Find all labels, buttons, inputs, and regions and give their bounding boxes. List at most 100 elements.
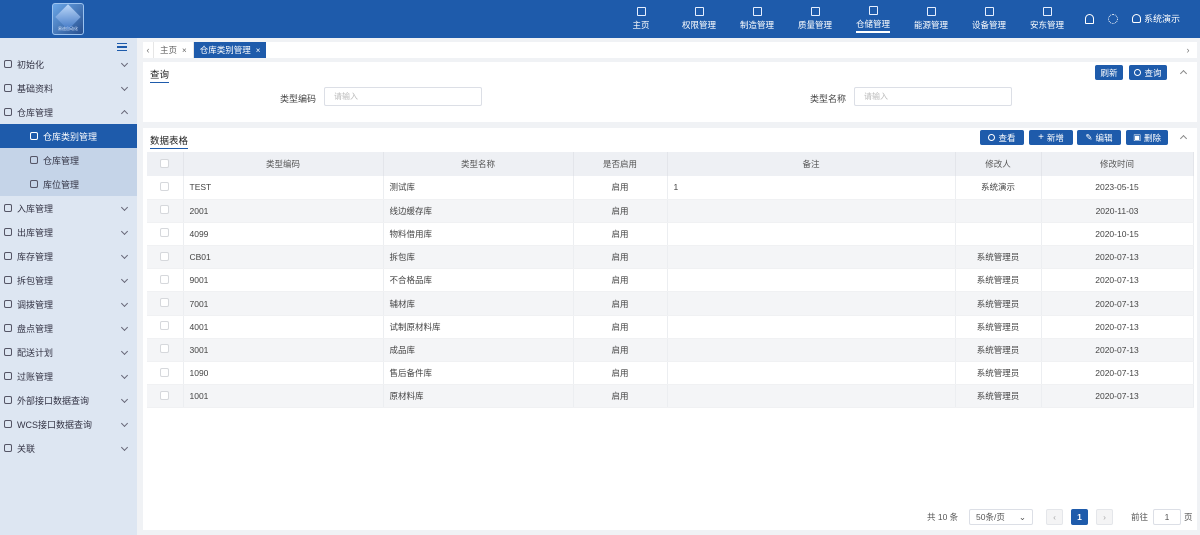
column-header[interactable]: 类型编码 [183, 152, 384, 176]
topnav-energy[interactable]: 能源管理 [902, 0, 960, 38]
tab-warehouse-category[interactable]: 仓库类别管理 × [192, 42, 267, 58]
refresh-button[interactable]: 刷新 [1095, 65, 1123, 80]
bell-icon[interactable] [1084, 13, 1094, 24]
type-code-input[interactable]: 请输入 [324, 87, 482, 106]
row-checkbox[interactable] [147, 222, 184, 247]
permission-icon [694, 7, 704, 16]
topnav-warehouse[interactable]: 仓储管理 [844, 0, 902, 38]
menu-icon [4, 84, 12, 92]
topnav-manufacturing[interactable]: 制造管理 [728, 0, 786, 38]
row-checkbox[interactable] [147, 176, 184, 200]
chevron-down-icon [120, 227, 129, 236]
sidebar-subitem[interactable]: 库位管理 [0, 172, 137, 196]
cell-enabled: 启用 [573, 222, 668, 247]
menu-icon [4, 300, 12, 308]
row-checkbox[interactable] [147, 384, 184, 409]
edit-button[interactable]: ✎ 编辑 [1077, 130, 1121, 145]
row-checkbox[interactable] [147, 291, 184, 316]
sidebar-item[interactable]: 出库管理 [0, 220, 137, 244]
sidebar-menu: 初始化 基础资料 仓库管理 仓库类别管理 仓库管理 库位管理 入库管理 出库管理 库存管理 拆包管… [0, 52, 137, 460]
table-row[interactable]: 3001 成品库 启用 系统管理员 2020-07-13 [147, 338, 1194, 363]
row-checkbox[interactable] [147, 315, 184, 339]
column-header[interactable]: 修改时间 [1041, 152, 1194, 176]
sidebar-item[interactable]: 配送计划 [0, 340, 137, 364]
column-header[interactable]: 修改人 [955, 152, 1042, 176]
sidebar-subitem[interactable]: 仓库类别管理 [0, 124, 137, 148]
close-icon[interactable]: × [182, 46, 187, 55]
table-row[interactable]: 1001 原材料库 启用 系统管理员 2020-07-13 [147, 384, 1194, 409]
chevron-down-icon [120, 323, 129, 332]
sidebar-item-label: 初始化 [17, 59, 45, 70]
collapse-icon[interactable] [1179, 134, 1188, 143]
sidebar-item[interactable]: 仓库管理 [0, 100, 137, 124]
sidebar-item[interactable]: 关联 [0, 436, 137, 460]
next-page-button[interactable]: › [1096, 509, 1113, 525]
close-icon[interactable]: × [256, 46, 261, 55]
cell-modifier: 系统演示 [955, 176, 1042, 200]
row-checkbox[interactable] [147, 338, 184, 363]
topnav-quality[interactable]: 质量管理 [786, 0, 844, 38]
tab-scroll-left-icon[interactable]: ‹ [143, 42, 153, 58]
row-checkbox[interactable] [147, 361, 184, 386]
topnav-home[interactable]: 主页 [612, 0, 670, 38]
add-button[interactable]: + 新增 [1029, 130, 1073, 145]
table-row[interactable]: 7001 辅材库 启用 系统管理员 2020-07-13 [147, 291, 1194, 316]
sidebar-item[interactable]: 基础资料 [0, 76, 137, 100]
table-row[interactable]: 2001 线边缓存库 启用 2020-11-03 [147, 199, 1194, 223]
menu-icon [30, 132, 38, 140]
select-all-checkbox[interactable] [147, 152, 184, 176]
theme-icon[interactable] [1107, 13, 1118, 24]
delete-button[interactable]: ▣ 删除 [1126, 130, 1168, 145]
table-row[interactable]: 9001 不合格品库 启用 系统管理员 2020-07-13 [147, 268, 1194, 293]
menu-icon [4, 228, 12, 236]
tab-home[interactable]: 主页 × [153, 42, 193, 58]
table-row[interactable]: 4001 试制原材料库 启用 系统管理员 2020-07-13 [147, 315, 1194, 339]
sidebar-item[interactable]: 初始化 [0, 52, 137, 76]
page-size-select[interactable]: 50条/页 ⌄ [969, 509, 1033, 525]
sidebar-item[interactable]: 库存管理 [0, 244, 137, 268]
search-button[interactable]: 查询 [1129, 65, 1167, 80]
current-page[interactable]: 1 [1071, 509, 1088, 525]
cell-name: 原材料库 [383, 384, 574, 409]
sidebar-item[interactable]: 外部接口数据查询 [0, 388, 137, 412]
menu-collapse-icon[interactable] [117, 43, 127, 51]
table-row[interactable]: 1090 售后备件库 启用 系统管理员 2020-07-13 [147, 361, 1194, 386]
edit-icon: ✎ [1085, 132, 1093, 142]
table-row[interactable]: TEST 测试库 启用 1 系统演示 2023-05-15 [147, 176, 1194, 200]
row-checkbox[interactable] [147, 268, 184, 293]
table-row[interactable]: CB01 拆包库 启用 系统管理员 2020-07-13 [147, 245, 1194, 270]
user-menu[interactable]: 系统演示 [1131, 12, 1180, 25]
cell-enabled: 启用 [573, 315, 668, 339]
cell-remark [667, 338, 956, 363]
column-header[interactable]: 是否启用 [573, 152, 668, 176]
prev-page-button[interactable]: ‹ [1046, 509, 1063, 525]
sidebar-subitem[interactable]: 仓库管理 [0, 148, 137, 172]
row-checkbox[interactable] [147, 199, 184, 223]
app-logo[interactable]: 易迪自动化 [52, 3, 84, 35]
cell-time: 2020-07-13 [1041, 384, 1194, 409]
sidebar-item[interactable]: 拆包管理 [0, 268, 137, 292]
topnav-andon[interactable]: 安东管理 [1018, 0, 1076, 38]
column-header[interactable]: 类型名称 [383, 152, 574, 176]
collapse-icon[interactable] [1179, 69, 1188, 78]
goto-page-input[interactable]: 1 [1153, 509, 1181, 525]
tab-scroll-right-icon[interactable]: › [1183, 42, 1193, 58]
table-row[interactable]: 4099 物料借用库 启用 2020-10-15 [147, 222, 1194, 247]
topnav-permission[interactable]: 权限管理 [670, 0, 728, 38]
sidebar-item[interactable]: 过账管理 [0, 364, 137, 388]
sidebar-item[interactable]: 入库管理 [0, 196, 137, 220]
cell-code: 1001 [183, 384, 384, 409]
sidebar-item[interactable]: WCS接口数据查询 [0, 412, 137, 436]
sidebar-item[interactable]: 调拨管理 [0, 292, 137, 316]
cell-time: 2020-07-13 [1041, 268, 1194, 293]
column-header[interactable]: 备注 [667, 152, 956, 176]
cell-time: 2020-07-13 [1041, 291, 1194, 316]
cell-name: 不合格品库 [383, 268, 574, 293]
row-checkbox[interactable] [147, 245, 184, 270]
sidebar-item[interactable]: 盘点管理 [0, 316, 137, 340]
type-name-input[interactable]: 请输入 [854, 87, 1012, 106]
view-button[interactable]: 查看 [980, 130, 1024, 145]
topnav-equipment[interactable]: 设备管理 [960, 0, 1018, 38]
cell-code: 4099 [183, 222, 384, 247]
tab-label: 仓库类别管理 [199, 45, 251, 55]
